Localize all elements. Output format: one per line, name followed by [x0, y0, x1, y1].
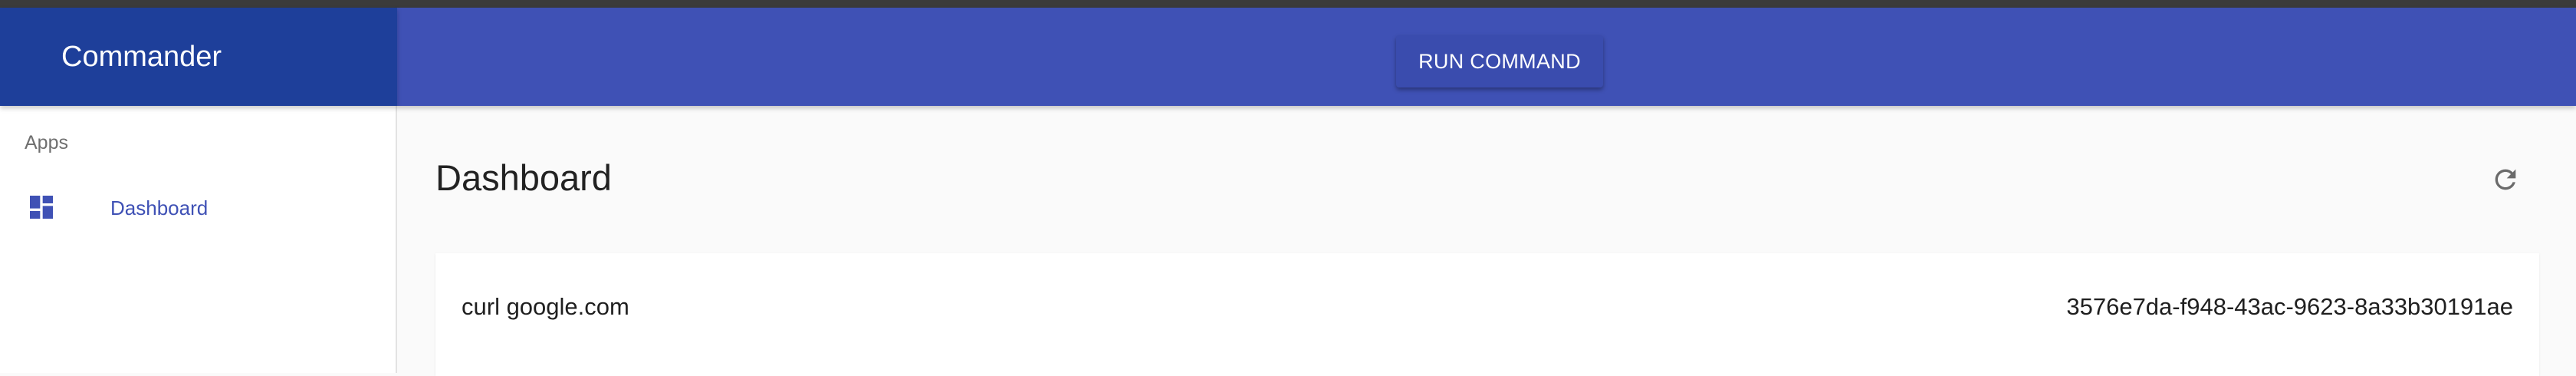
sidebar-item-label: Dashboard: [110, 196, 209, 219]
app-title-header: Commander: [0, 8, 397, 106]
refresh-icon: [2490, 164, 2521, 199]
app-title: Commander: [61, 40, 222, 73]
dashboard-icon: [26, 192, 57, 223]
command-id: 3576e7da-f948-43ac-9623-8a33b30191ae: [2066, 293, 2513, 320]
sidebar: Apps Dashboard: [0, 106, 397, 373]
refresh-button[interactable]: [2484, 160, 2527, 203]
sidebar-section-label: Apps: [25, 132, 68, 153]
window-top-strip: [0, 0, 2576, 8]
command-text: curl google.com: [462, 293, 629, 320]
run-command-button[interactable]: RUN COMMAND: [1396, 35, 1603, 87]
page-title: Dashboard: [435, 157, 612, 198]
sidebar-item-dashboard[interactable]: Dashboard: [0, 176, 396, 238]
app-bar: RUN COMMAND: [397, 8, 2576, 106]
command-card[interactable]: curl google.com 3576e7da-f948-43ac-9623-…: [435, 253, 2539, 376]
main-content: Dashboard curl google.com 3576e7da-f948-…: [397, 106, 2576, 376]
